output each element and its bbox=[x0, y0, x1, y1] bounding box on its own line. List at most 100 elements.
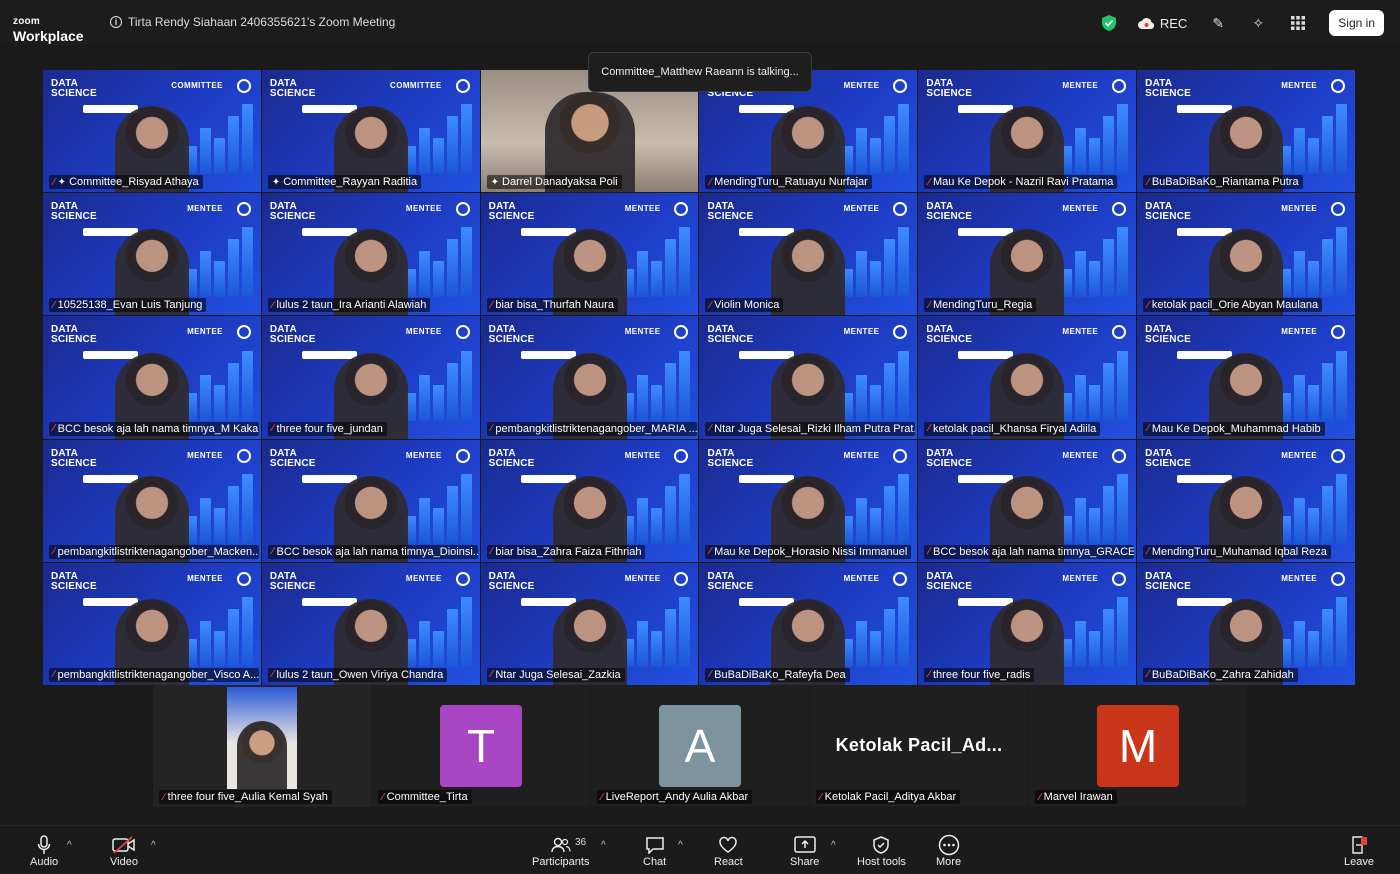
participant-tile[interactable]: DATA SCIENCE MENTEE ⁄ BCC besok aja lah nama… bbox=[918, 439, 1137, 562]
ai-companion-icon[interactable]: ✧ bbox=[1249, 14, 1267, 32]
tile-brand: DATASCIENCE bbox=[51, 78, 97, 99]
video-options-caret[interactable]: ^ bbox=[151, 840, 156, 851]
muted-mic-icon: ⁄ bbox=[709, 546, 712, 558]
participant-tile[interactable]: DATA SCIENCE MENTEE ⁄ lulus 2 taun_Owen Viri… bbox=[261, 562, 480, 685]
participant-tile[interactable]: DATA SCIENCE MENTEE ⁄ MendingTuru_Muhamad Iq… bbox=[1137, 439, 1355, 562]
participant-tile[interactable]: DATA SCIENCE MENTEE ⁄ 10525138_Evan Luis Tan… bbox=[43, 193, 261, 316]
tile-brand: DATASCIENCE bbox=[488, 324, 535, 346]
background-bars-graphic bbox=[404, 104, 472, 175]
participant-tile[interactable]: Ketolak Pacil_Ad... ⁄ Ketolak Pacil_Aditya… bbox=[810, 685, 1028, 807]
participant-tile[interactable]: DATA SCIENCE MENTEE ⁄ biar bisa_Thurfah Naur… bbox=[480, 193, 699, 316]
share-options-caret[interactable]: ^ bbox=[831, 840, 836, 851]
background-bars-graphic bbox=[623, 350, 691, 421]
participant-tile[interactable]: DATA SCIENCE MENTEE ⁄ Mau ke Depok_Horasio N… bbox=[699, 439, 918, 562]
brand-logo-icon bbox=[1330, 571, 1345, 586]
participant-name-tag: ⁄ pembangkitlistriktenagangober_Macken... bbox=[49, 544, 259, 559]
role-badge: MENTEE bbox=[843, 450, 880, 460]
participant-tile[interactable]: DATA SCIENCE MENTEE ⁄ ketolak pacil_Khansa F… bbox=[918, 316, 1137, 439]
participant-tile[interactable]: DATA SCIENCE MENTEE ⁄ three four five_radis bbox=[918, 562, 1137, 685]
record-button[interactable]: REC bbox=[1137, 16, 1187, 31]
chat-button[interactable]: Chat bbox=[643, 834, 666, 868]
participant-tile[interactable]: ⁄ three four five_Aulia Kemal Syah bbox=[153, 685, 371, 807]
tile-brand: DATASCIENCE bbox=[1145, 447, 1192, 469]
sponsor-strip bbox=[83, 351, 138, 360]
audio-options-caret[interactable]: ^ bbox=[67, 840, 72, 851]
sponsor-strip bbox=[301, 597, 357, 606]
participant-tile[interactable]: DATA SCIENCE MENTEE ⁄ BCC besok aja lah nama… bbox=[261, 439, 480, 562]
participant-tile[interactable]: DATA SCIENCE COMMITTEE ✦ Committee_Rayyan Ra… bbox=[261, 70, 480, 193]
muted-mic-icon: ⁄ bbox=[601, 791, 603, 803]
leave-button[interactable]: Leave bbox=[1344, 834, 1374, 868]
participant-name-tag: ⁄ ketolak pacil_Orie Abyan Maulana bbox=[1143, 298, 1323, 313]
react-button[interactable]: React bbox=[714, 834, 743, 868]
participant-tile[interactable]: DATA SCIENCE MENTEE ⁄ lulus 2 taun_Ira Arian… bbox=[261, 193, 480, 316]
video-button[interactable]: Video bbox=[110, 834, 138, 868]
info-icon[interactable]: i bbox=[110, 16, 122, 28]
participant-tile[interactable]: DATA SCIENCE MENTEE ⁄ pembangkitlistriktenag… bbox=[43, 562, 261, 685]
muted-mic-icon: ⁄ bbox=[490, 423, 493, 435]
participant-name: Ketolak Pacil_Aditya Akbar bbox=[824, 791, 957, 803]
muted-mic-icon: ⁄ bbox=[928, 176, 930, 188]
tile-brand: DATASCIENCE bbox=[269, 570, 316, 592]
participant-tile[interactable]: DATA SCIENCE MENTEE ⁄ BuBaDiBaKo_Riantama Pu… bbox=[1137, 70, 1355, 193]
role-badge: MENTEE bbox=[624, 327, 661, 337]
participant-tile[interactable]: DATA SCIENCE MENTEE ⁄ BCC besok aja lah nama… bbox=[43, 316, 261, 439]
role-badge: MENTEE bbox=[843, 81, 880, 90]
participant-tile[interactable]: DATA SCIENCE MENTEE ⁄ three four five_jundan bbox=[261, 316, 480, 439]
participant-name: LiveReport_Andy Aulia Akbar bbox=[605, 791, 749, 803]
participant-name-tag: ⁄ Ntar Juga Selesai_Zazkia bbox=[486, 667, 625, 682]
participant-tile[interactable]: DATA SCIENCE MENTEE ⁄ biar bisa_Zahra Faiza … bbox=[480, 439, 699, 562]
participant-tile[interactable]: DATA SCIENCE MENTEE ⁄ Mau Ke Depok - Nazril … bbox=[918, 70, 1137, 193]
sign-in-button[interactable]: Sign in bbox=[1329, 10, 1384, 36]
participant-name: Committee_Rayyan Raditia bbox=[283, 176, 418, 189]
participants-options-caret[interactable]: ^ bbox=[601, 840, 606, 851]
participant-tile[interactable]: A ⁄ LiveReport_Andy Aulia Akbar bbox=[591, 685, 809, 807]
participant-name-tag: ⁄ three four five_Aulia Kemal Syah bbox=[159, 790, 332, 804]
participant-tile[interactable]: DATA SCIENCE MENTEE ⁄ Violin Monica bbox=[699, 193, 918, 316]
security-shield-icon[interactable] bbox=[1101, 15, 1116, 31]
role-badge: MENTEE bbox=[624, 204, 661, 214]
muted-mic-icon: ⁄ bbox=[1147, 669, 1149, 681]
muted-mic-icon: ⁄ bbox=[271, 669, 274, 681]
background-bars-graphic bbox=[1279, 104, 1347, 175]
participant-tile[interactable]: DATA SCIENCE MENTEE ⁄ BuBaDiBaKo_Zahra Zahid… bbox=[1137, 562, 1355, 685]
apps-grid-icon[interactable] bbox=[1289, 14, 1307, 32]
audio-button[interactable]: Audio bbox=[30, 834, 58, 868]
brand-logo-icon bbox=[455, 325, 470, 340]
annotate-icon[interactable]: ✎ bbox=[1209, 14, 1227, 32]
participant-tile[interactable]: DATA SCIENCE MENTEE ⁄ MendingTuru_Regia bbox=[918, 193, 1137, 316]
participant-tile[interactable]: DATA SCIENCE MENTEE ⁄ pembangkitlistriktenag… bbox=[480, 316, 699, 439]
more-button[interactable]: More bbox=[936, 834, 961, 868]
role-badge: COMMITTEE bbox=[171, 81, 223, 90]
participant-name: BCC besok aja lah nama timnya_Dioinsi... bbox=[276, 545, 478, 558]
muted-mic-icon: ⁄ bbox=[490, 546, 493, 558]
participant-tile[interactable]: DATA SCIENCE MENTEE ⁄ ketolak pacil_Orie Aby… bbox=[1137, 193, 1355, 316]
muted-mic-icon: ⁄ bbox=[1147, 299, 1149, 311]
participant-tile[interactable]: DATA SCIENCE MENTEE ⁄ BuBaDiBaKo_Rafeyfa Dea bbox=[699, 562, 918, 685]
share-screen-icon bbox=[793, 836, 816, 853]
background-bars-graphic bbox=[623, 227, 691, 298]
participant-name-tag: ⁄ pembangkitlistriktenagangober_Visco A..… bbox=[49, 667, 259, 682]
participant-name: three four five_jundan bbox=[276, 422, 383, 435]
participant-name: BuBaDiBaKo_Rafeyfa Dea bbox=[714, 668, 846, 681]
role-badge: MENTEE bbox=[405, 204, 442, 214]
muted-mic-icon: ⁄ bbox=[1039, 791, 1041, 803]
pin-icon: ✦ bbox=[57, 176, 67, 188]
participant-tile[interactable]: DATA SCIENCE MENTEE ⁄ Mau Ke Depok_Muhammad … bbox=[1137, 316, 1355, 439]
participant-tile[interactable]: DATA SCIENCE MENTEE ⁄ Ntar Juga Selesai_Rizk… bbox=[699, 316, 918, 439]
participant-name-tag: ⁄ Mau ke Depok_Horasio Nissi Immanuel bbox=[705, 544, 912, 559]
participant-tile[interactable]: DATA SCIENCE MENTEE ⁄ pembangkitlistriktenag… bbox=[43, 439, 261, 562]
meeting-info[interactable]: i Tirta Rendy Siahaan 2406355621's Zoom … bbox=[110, 15, 395, 29]
brand-logo-icon bbox=[893, 202, 908, 217]
participant-tile[interactable]: DATA SCIENCE COMMITTEE ⁄ ✦ Committee_Risyad A… bbox=[43, 70, 261, 193]
leave-label: Leave bbox=[1344, 856, 1374, 868]
chat-options-caret[interactable]: ^ bbox=[678, 840, 683, 851]
host-tools-button[interactable]: Host tools bbox=[857, 834, 906, 868]
brand-logo-icon bbox=[1330, 79, 1345, 93]
participant-tile[interactable]: M ⁄ Marvel Irawan bbox=[1029, 685, 1247, 807]
participant-tile[interactable]: DATA SCIENCE MENTEE ⁄ Ntar Juga Selesai_Zazk… bbox=[480, 562, 699, 685]
participant-tile[interactable]: T ⁄ Committee_Tirta bbox=[372, 685, 590, 807]
share-button[interactable]: Share bbox=[790, 834, 819, 868]
sponsor-strip bbox=[83, 597, 138, 606]
heart-icon bbox=[719, 836, 738, 853]
